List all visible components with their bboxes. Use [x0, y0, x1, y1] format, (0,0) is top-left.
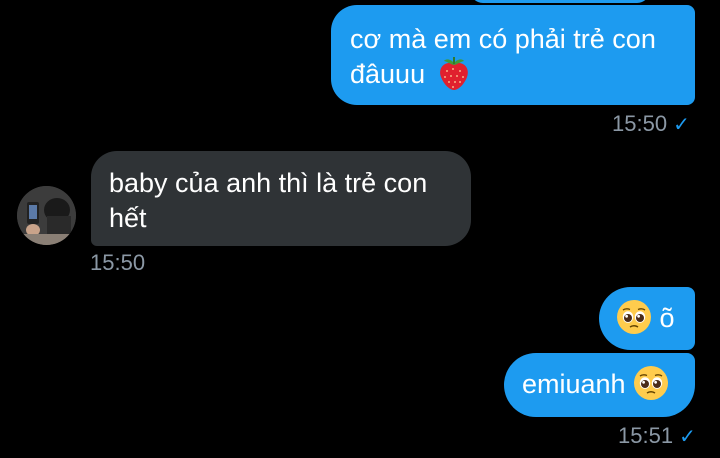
timestamp-text: 15:50 — [90, 250, 146, 275]
read-check-icon: ✓ — [679, 426, 696, 448]
avatar[interactable] — [17, 186, 76, 245]
pleading-face-icon — [634, 365, 669, 400]
conversation-view: cơ mà em có phải trẻ con đâuuu 15:50 ✓ b… — [0, 0, 720, 458]
message-timestamp: 15:51 ✓ — [618, 423, 696, 449]
pleading-face-icon — [617, 299, 651, 334]
read-check-icon: ✓ — [673, 114, 690, 136]
message-timestamp: 15:50 — [90, 250, 145, 276]
avatar-photo-icon — [17, 186, 76, 245]
message-text: cơ mà em có phải trẻ con đâuuu — [350, 24, 656, 89]
message-text: õ — [659, 303, 675, 333]
outgoing-message-bubble[interactable]: emiuanh — [504, 353, 695, 417]
timestamp-text: 15:51 — [618, 423, 674, 448]
incoming-message-bubble[interactable]: baby của anh thì là trẻ con hết — [91, 151, 471, 246]
timestamp-text: 15:50 — [612, 111, 668, 136]
strawberry-icon — [439, 56, 468, 90]
outgoing-message-bubble[interactable]: cơ mà em có phải trẻ con đâuuu — [331, 5, 695, 105]
message-text: emiuanh — [522, 369, 626, 399]
previous-message-bubble[interactable] — [470, 0, 650, 3]
message-text: baby của anh thì là trẻ con hết — [109, 168, 428, 233]
message-timestamp: 15:50 ✓ — [612, 111, 690, 137]
outgoing-message-bubble[interactable]: õ — [599, 287, 695, 350]
